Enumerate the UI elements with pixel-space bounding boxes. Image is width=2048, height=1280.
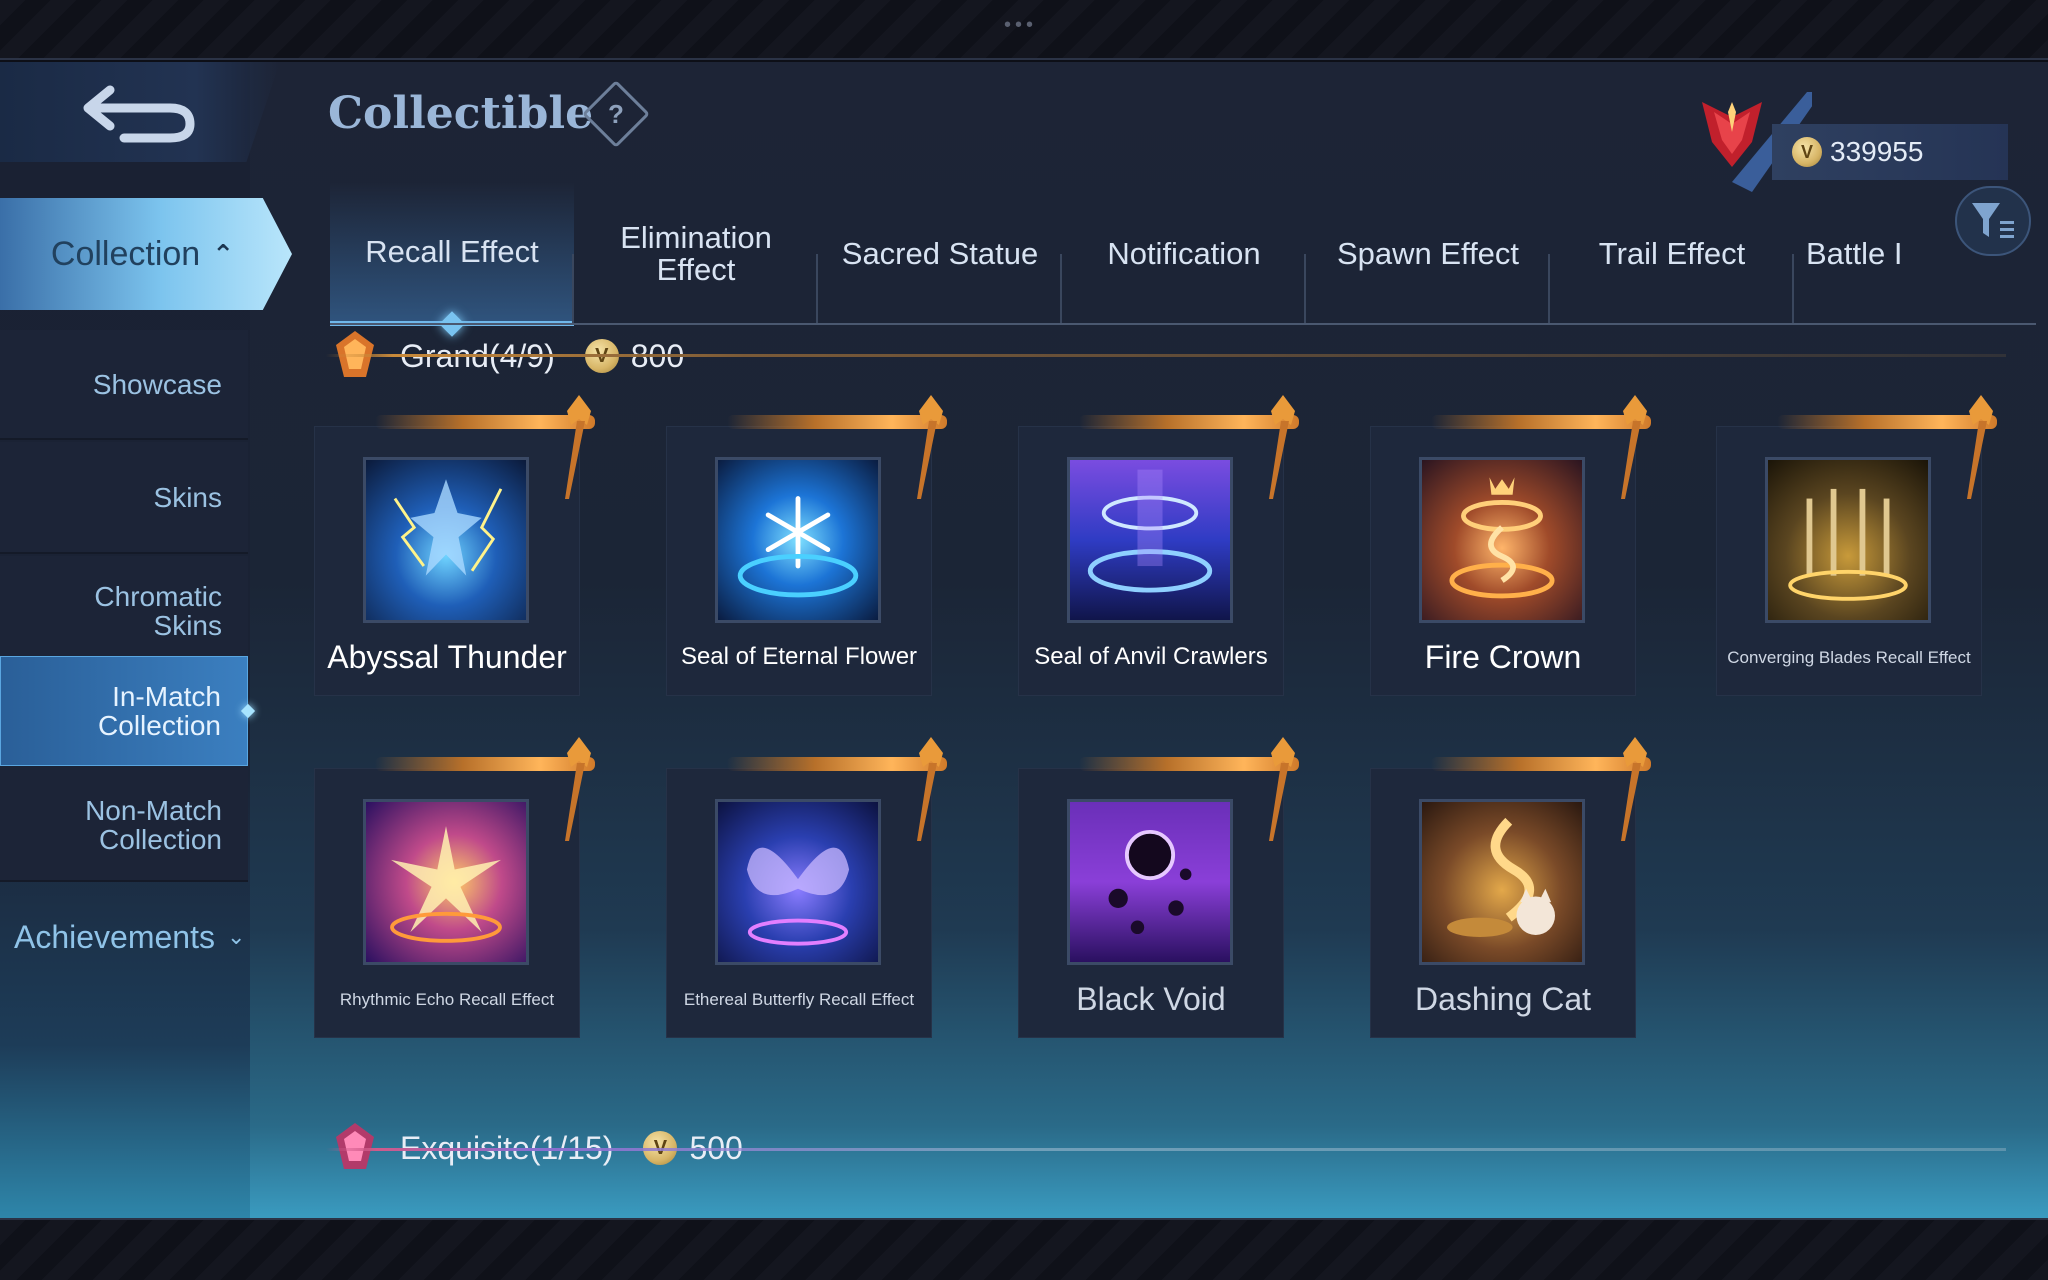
snowflake-icon <box>715 457 881 623</box>
sidebar-item-chromatic-skins[interactable]: Chromatic Skins <box>0 556 248 668</box>
grand-crown-icon <box>1621 737 1647 841</box>
item-card[interactable]: Fire Crown <box>1370 395 1651 696</box>
tab-label: Elimination Effect <box>620 220 772 287</box>
item-card[interactable]: Dashing Cat <box>1370 737 1651 1038</box>
item-name: Ethereal Butterfly Recall Effect <box>683 989 915 1009</box>
item-card[interactable]: Seal of Anvil Crawlers <box>1018 395 1299 696</box>
item-name: Seal of Eternal Flower <box>680 643 918 670</box>
item-name: Seal of Anvil Crawlers <box>1034 643 1268 670</box>
sidebar-collection-label: Collection <box>50 234 201 273</box>
sidebar-item-showcase[interactable]: Showcase <box>0 330 248 440</box>
item-name: Fire Crown <box>1424 638 1582 675</box>
grand-crown-icon <box>917 395 943 499</box>
currency-display: 339955 <box>1672 82 2012 192</box>
item-name: Rhythmic Echo Recall Effect <box>339 989 555 1009</box>
sidebar-item-label: Skins <box>153 481 222 513</box>
top-frame: ••• <box>0 0 2048 60</box>
sidebar-item-label: Showcase <box>92 368 222 400</box>
sidebar-item-label: In-Match Collection <box>98 681 221 741</box>
section-grand-divider <box>326 354 2006 357</box>
void-moon-icon <box>1067 799 1233 965</box>
portal-ring-icon <box>1067 457 1233 623</box>
item-card[interactable]: Black Void <box>1018 737 1299 1038</box>
chevron-down-icon: ⌄ <box>226 924 246 949</box>
back-button[interactable] <box>0 62 280 162</box>
cat-icon <box>1419 799 1585 965</box>
more-dots-icon[interactable]: ••• <box>1004 14 1037 37</box>
sidebar-collection-tab[interactable]: Collection ⌃ <box>0 198 292 310</box>
grand-crown-icon <box>565 395 591 499</box>
question-icon: ? <box>608 99 624 129</box>
tab-label: Trail Effect <box>1598 236 1746 271</box>
item-card[interactable]: Ethereal Butterfly Recall Effect <box>666 737 947 1038</box>
item-card[interactable]: Seal of Eternal Flower <box>666 395 947 696</box>
tab-spawn-effect[interactable]: Spawn Effect <box>1306 182 1550 326</box>
currency-value: 339955 <box>1830 136 1924 167</box>
chevron-up-icon: ⌃ <box>212 238 234 269</box>
tab-elimination-effect[interactable]: Elimination Effect <box>574 182 818 326</box>
category-tabs: Recall Effect Elimination Effect Sacred … <box>330 182 2036 337</box>
blades-icon <box>1765 457 1931 623</box>
tab-label: Battle I <box>1806 236 1903 271</box>
achievements-label: Achievements <box>14 918 215 955</box>
item-card[interactable]: Converging Blades Recall Effect <box>1716 395 1997 696</box>
fire-ring-icon <box>1419 457 1585 623</box>
section-exquisite-divider <box>326 1148 2006 1151</box>
bottom-frame <box>0 1218 2048 1280</box>
sidebar-item-label: Chromatic Skins <box>94 581 222 641</box>
butterfly-icon <box>715 799 881 965</box>
sidebar-achievements[interactable]: Achievements ⌄ <box>14 912 274 962</box>
item-card[interactable]: Rhythmic Echo Recall Effect <box>314 737 595 1038</box>
sidebar-item-skins[interactable]: Skins <box>0 442 248 554</box>
sidebar-item-label: Non-Match Collection <box>85 795 222 855</box>
tab-label: Spawn Effect <box>1336 236 1520 271</box>
filter-button[interactable] <box>1955 186 2031 256</box>
tab-label: Recall Effect <box>365 233 539 269</box>
grand-crown-icon <box>1269 737 1295 841</box>
sidebar-item-in-match-collection[interactable]: In-Match Collection <box>0 656 248 766</box>
tab-trail-effect[interactable]: Trail Effect <box>1550 182 1794 326</box>
item-name: Converging Blades Recall Effect <box>1727 647 1971 667</box>
grand-crown-icon <box>565 737 591 841</box>
page-title: Collectible <box>328 88 594 139</box>
tab-battle[interactable]: Battle I <box>1794 182 1944 326</box>
currency-pill: 339955 <box>1772 124 2008 180</box>
tab-recall-effect[interactable]: Recall Effect <box>330 182 574 337</box>
thunder-icon <box>363 457 529 623</box>
grand-crown-icon <box>1621 395 1647 499</box>
grand-crown-icon <box>917 737 943 841</box>
filter-icon <box>1972 203 2014 238</box>
burst-icon <box>363 799 529 965</box>
tab-notification[interactable]: Notification <box>1062 182 1306 326</box>
item-name: Black Void <box>1076 980 1226 1017</box>
tabs-divider <box>330 323 2036 325</box>
back-arrow-icon <box>83 85 195 143</box>
tab-label: Notification <box>1107 236 1261 271</box>
tab-label: Sacred Statue <box>841 236 1039 271</box>
coin-icon <box>1792 137 1822 167</box>
item-name: Dashing Cat <box>1414 980 1592 1017</box>
sidebar-item-non-match-collection[interactable]: Non-Match Collection <box>0 770 248 882</box>
item-card[interactable]: Abyssal Thunder <box>314 395 595 696</box>
main-panel: Collection ⌃ Showcase Skins Chromatic Sk… <box>0 62 2048 1218</box>
item-name: Abyssal Thunder <box>327 638 567 675</box>
grand-crown-icon <box>1967 395 1993 499</box>
grand-crown-icon <box>1269 395 1295 499</box>
tab-sacred-statue[interactable]: Sacred Statue <box>818 182 1062 326</box>
